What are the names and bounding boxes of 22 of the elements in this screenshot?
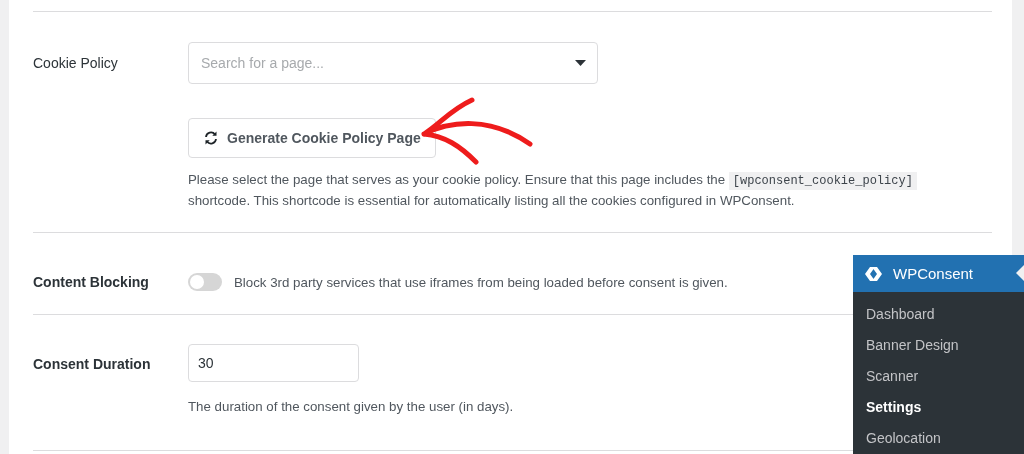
generate-button[interactable]: Generate Cookie Policy Page: [188, 118, 436, 158]
refresh-icon: [203, 131, 219, 145]
current-pointer: [1016, 265, 1024, 281]
logo-icon: [863, 265, 883, 282]
duration-field[interactable]: 30: [188, 344, 359, 382]
shortcode: [wpconsent_cookie_policy]: [728, 172, 917, 190]
help-text: The duration of the consent given by the user (in days).: [188, 399, 514, 414]
menu-item[interactable]: Settings: [853, 395, 1024, 426]
toggle-switch[interactable]: [188, 273, 222, 291]
menu-item[interactable]: Scanner: [853, 364, 1024, 395]
setting-label: Cookie Policy: [33, 54, 119, 73]
setting-label: Content Blocking: [33, 273, 150, 291]
menu-item[interactable]: Geolocation: [853, 426, 1024, 454]
menu-title: WPConsent: [893, 265, 974, 282]
caret-icon: [575, 60, 586, 66]
help-text: Please select the page that serves as your cookie policy. Ensure that this page includes the [wpconsent_cookie_policy] shortcode. This shortcode is essential for automatically listing all the cookies configured in WPConsent.: [188, 170, 948, 210]
menu-header[interactable]: WPConsent: [853, 255, 1024, 292]
toggle-description: Block 3rd party services that use iframes from being loaded before consent is given.: [234, 274, 728, 290]
page-select[interactable]: Search for a page...: [188, 42, 598, 84]
menu-item[interactable]: Banner Design: [853, 333, 1024, 364]
setting-label: Consent Duration: [33, 355, 152, 374]
menu-item[interactable]: Dashboard: [853, 302, 1024, 333]
